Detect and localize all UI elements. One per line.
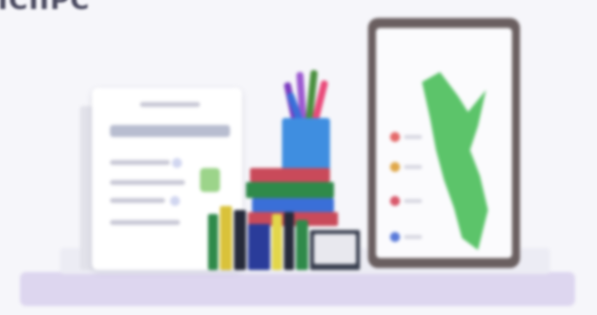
legend-line (404, 199, 422, 203)
legend-line (404, 235, 422, 239)
legend-dot (390, 132, 400, 142)
legend-dot (390, 196, 400, 206)
legend-line (404, 135, 422, 139)
legend-dot (390, 232, 400, 242)
legend-line (404, 165, 422, 169)
illustration (0, 0, 597, 315)
legend-dot (390, 162, 400, 172)
map-shape (422, 72, 488, 250)
